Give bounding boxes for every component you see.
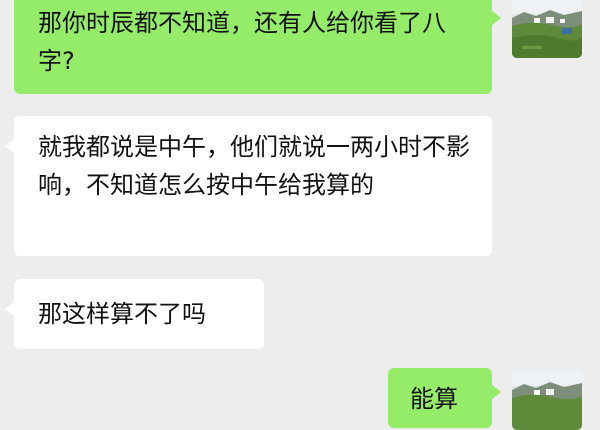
message-text: 那这样算不了吗: [38, 300, 206, 328]
chat-window: 那你时辰都不知道，还有人给你看了八字? 就我都说是中午，他们就说一两小时不影响，…: [0, 0, 600, 430]
message-text: 那你时辰都不知道，还有人给你看了八字?: [38, 9, 446, 75]
sent-message-bubble[interactable]: 能算: [388, 368, 501, 428]
landscape-avatar-icon: [512, 370, 582, 430]
received-message-bubble[interactable]: 那这样算不了吗: [5, 279, 264, 349]
message-text: 能算: [410, 385, 458, 413]
sent-message-bubble[interactable]: 那你时辰都不知道，还有人给你看了八字?: [14, 0, 501, 94]
self-avatar[interactable]: [512, 0, 582, 58]
self-avatar[interactable]: [512, 370, 582, 430]
received-message-bubble[interactable]: 就我都说是中午，他们就说一两小时不影响，不知道怎么按中午给我算的: [5, 116, 492, 256]
landscape-avatar-icon: [512, 0, 582, 58]
message-text: 就我都说是中午，他们就说一两小时不影响，不知道怎么按中午给我算的: [38, 133, 470, 199]
